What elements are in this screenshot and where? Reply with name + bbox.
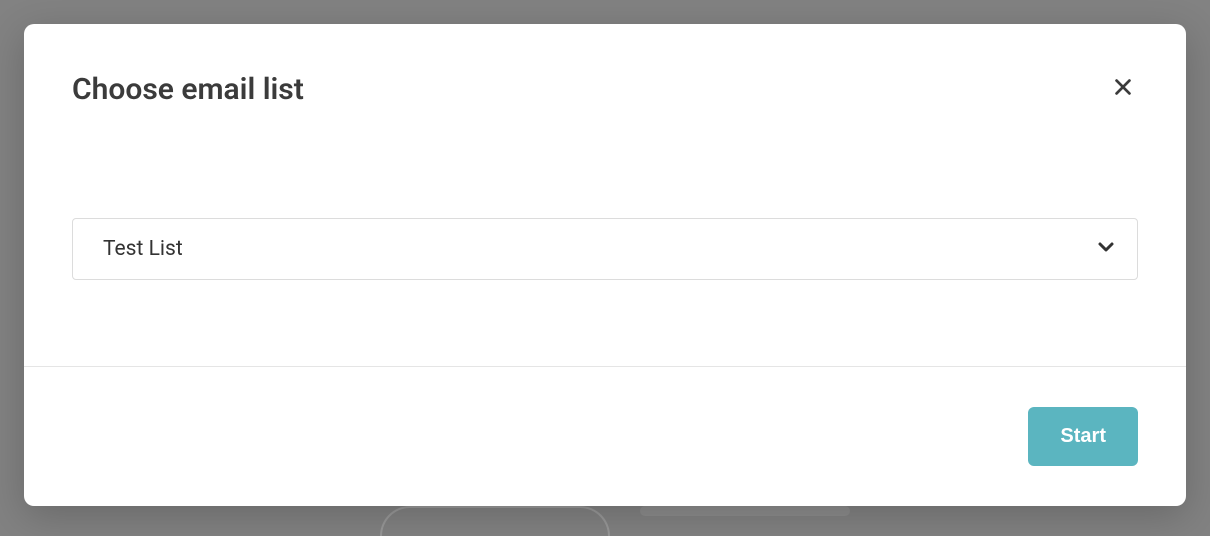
email-list-select-wrapper: Test List <box>72 218 1138 280</box>
email-list-select[interactable]: Test List <box>72 218 1138 280</box>
modal-body: Test List <box>24 108 1186 366</box>
start-button[interactable]: Start <box>1028 407 1138 466</box>
close-icon <box>1112 76 1134 101</box>
select-value: Test List <box>103 237 1089 261</box>
choose-email-list-modal: Choose email list Test List Start <box>24 24 1186 506</box>
modal-footer: Start <box>24 366 1186 506</box>
close-button[interactable] <box>1108 72 1138 105</box>
modal-title: Choose email list <box>72 72 304 108</box>
modal-header: Choose email list <box>24 24 1186 108</box>
